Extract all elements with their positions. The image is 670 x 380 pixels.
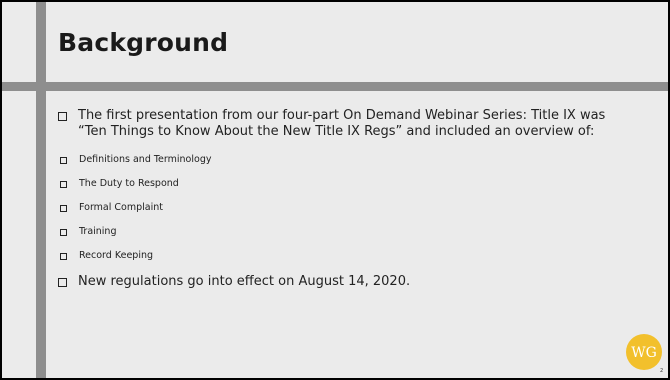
sub-bullet-item: Definitions and Terminology: [60, 154, 648, 166]
sub-bullet-item: The Duty to Respond: [60, 178, 648, 190]
square-bullet-icon: [58, 278, 67, 287]
bullet-text: New regulations go into effect on August…: [78, 274, 411, 289]
slide-frame: Background The first presentation from o…: [0, 0, 670, 380]
sub-bullet-text: Formal Complaint: [79, 202, 163, 213]
sub-bullet-item: Formal Complaint: [60, 202, 648, 214]
sub-bullet-text: Training: [79, 226, 117, 237]
sub-bullet-list: Definitions and Terminology The Duty to …: [58, 154, 648, 262]
sub-bullet-item: Training: [60, 226, 648, 238]
header-divider-bar: [2, 82, 668, 91]
square-bullet-icon: [60, 180, 67, 188]
left-accent-bar: [36, 2, 46, 378]
wg-logo-mark: WG: [631, 345, 657, 361]
sub-bullet-item: Record Keeping: [60, 250, 648, 262]
sub-bullet-text: The Duty to Respond: [79, 178, 179, 189]
square-bullet-icon: [60, 156, 67, 164]
bullet-text: The first presentation from our four-par…: [78, 108, 606, 139]
square-bullet-icon: [60, 204, 67, 212]
bullet-item: The first presentation from our four-par…: [58, 108, 648, 140]
slide: Background The first presentation from o…: [2, 2, 668, 378]
slide-content: The first presentation from our four-par…: [58, 108, 648, 290]
sub-bullet-text: Record Keeping: [79, 250, 154, 261]
slide-title: Background: [58, 28, 229, 57]
wg-logo-icon: WG: [626, 334, 662, 370]
square-bullet-icon: [58, 112, 67, 121]
square-bullet-icon: [60, 228, 67, 236]
logo-text: WG: [631, 345, 657, 361]
sub-bullet-text: Definitions and Terminology: [79, 154, 212, 165]
page-number: 2: [660, 368, 664, 374]
square-bullet-icon: [60, 252, 67, 260]
bullet-item: New regulations go into effect on August…: [58, 274, 648, 290]
